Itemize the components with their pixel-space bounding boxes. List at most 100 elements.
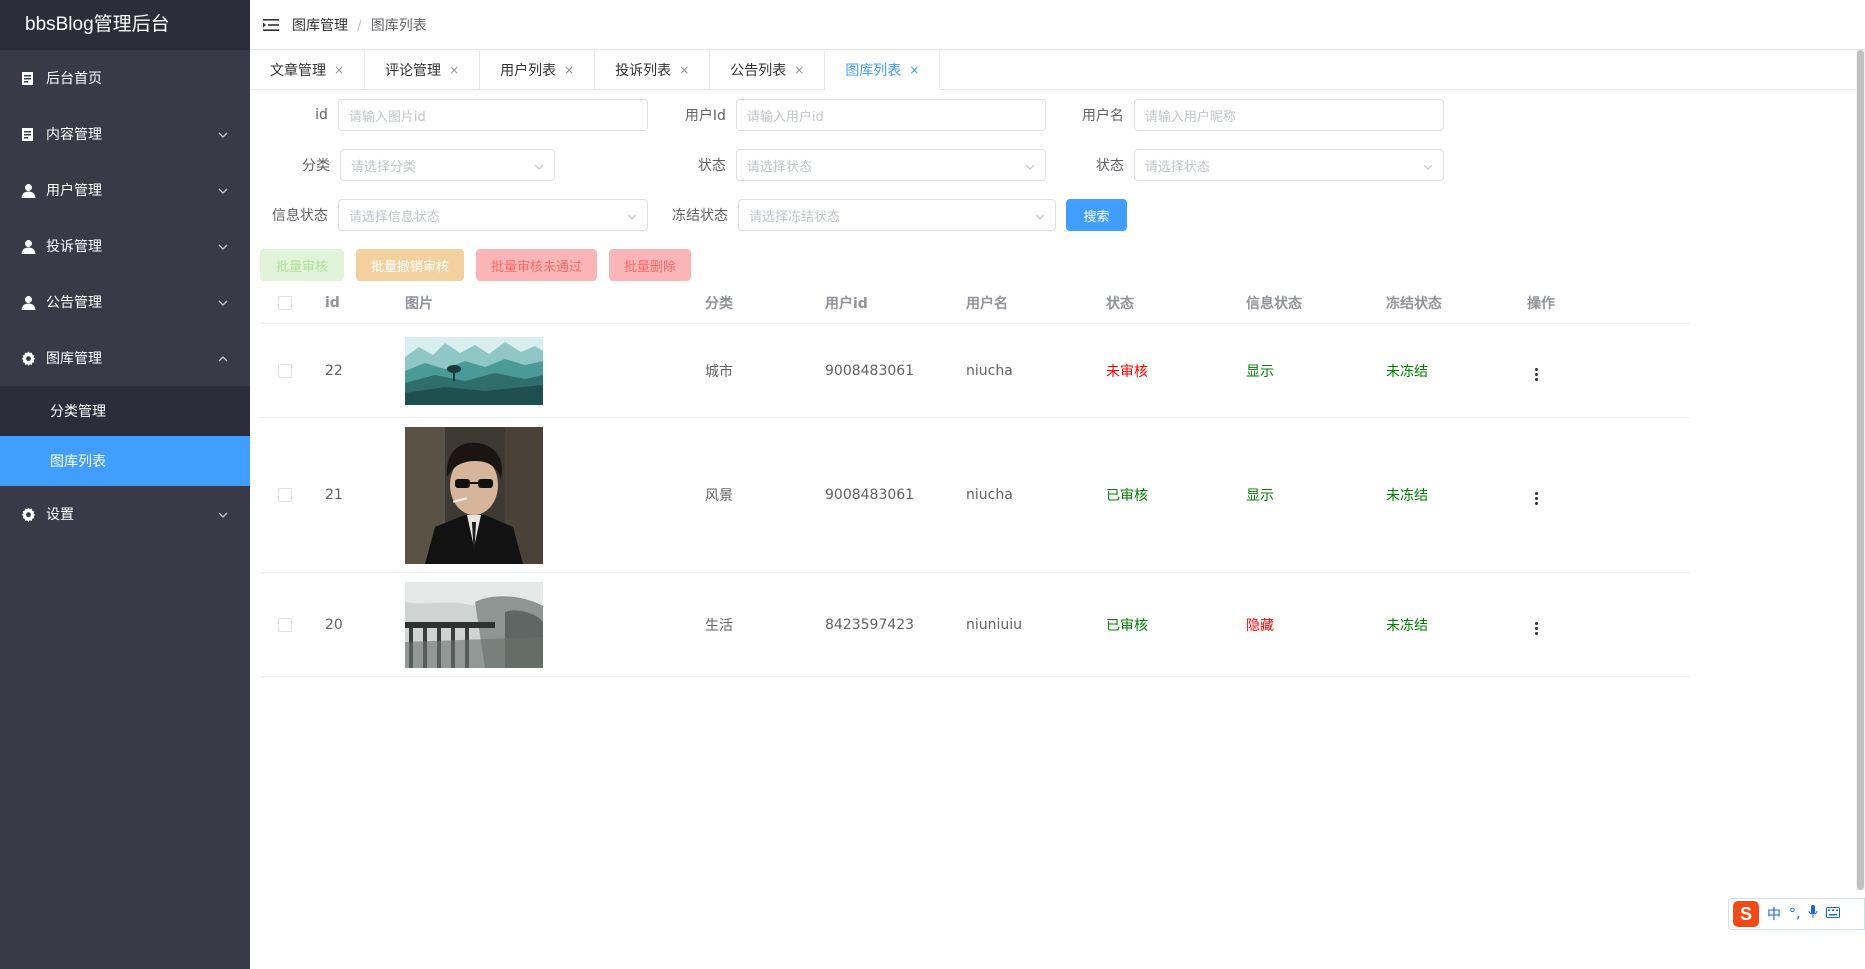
row-checkbox[interactable] bbox=[278, 617, 292, 632]
select-all-checkbox[interactable] bbox=[278, 295, 292, 310]
cell-username: niucha bbox=[966, 487, 1013, 503]
batch-actions: 批量审核 批量撤销审核 批量审核未通过 批量删除 bbox=[260, 249, 692, 281]
batch-revoke-button[interactable]: 批量撤销审核 bbox=[356, 249, 465, 281]
close-icon[interactable]: × bbox=[679, 63, 689, 77]
tab-users[interactable]: 用户列表 × bbox=[480, 50, 596, 90]
sidebar-item-dashboard[interactable]: 后台首页 bbox=[0, 50, 250, 106]
ime-mode[interactable]: 中 bbox=[1767, 904, 1781, 924]
filter-label: 用户名 bbox=[1081, 108, 1124, 124]
tab-label: 文章管理 bbox=[270, 63, 326, 79]
column-header: 用户id bbox=[825, 295, 868, 312]
cell-category: 风景 bbox=[705, 488, 733, 504]
chevron-down-icon bbox=[218, 294, 228, 310]
tab-label: 公告列表 bbox=[730, 63, 787, 79]
ime-toolbar[interactable]: S 中 °, bbox=[1728, 898, 1865, 930]
chevron-up-icon bbox=[218, 350, 228, 366]
chevron-down-icon bbox=[218, 238, 228, 254]
status-select[interactable]: 请选择状态 bbox=[735, 149, 1046, 181]
chevron-down-icon bbox=[218, 506, 228, 522]
status-select-2[interactable]: 请选择状态 bbox=[1133, 149, 1444, 181]
batch-approve-button[interactable]: 批量审核 bbox=[260, 249, 345, 281]
tab-comments[interactable]: 评论管理 × bbox=[365, 50, 481, 90]
more-actions-icon[interactable] bbox=[1527, 366, 1546, 383]
tabs-bar: 文章管理 × 评论管理 × 用户列表 × 投诉列表 × 公告列表 × 图库列表 × bbox=[250, 50, 1855, 90]
sidebar-item-label: 设置 bbox=[46, 507, 74, 523]
menu-fold-icon[interactable] bbox=[262, 16, 280, 34]
column-header: 图片 bbox=[405, 295, 433, 312]
cell-user-id: 9008483061 bbox=[825, 362, 915, 379]
freeze-status-badge: 未冻结 bbox=[1386, 363, 1428, 380]
user-icon bbox=[20, 238, 36, 254]
sidebar-item-label: 后台首页 bbox=[46, 71, 102, 87]
info-status-select[interactable]: 请选择信息状态 bbox=[337, 199, 648, 231]
column-header: 状态 bbox=[1106, 295, 1134, 312]
input-placeholder: 请输入用户id bbox=[746, 109, 824, 125]
sidebar-item-gallery[interactable]: 图库管理 bbox=[0, 330, 250, 386]
filter-label: 分类 bbox=[302, 158, 330, 174]
username-input[interactable]: 请输入用户昵称 bbox=[1133, 99, 1444, 131]
top-header: 图库管理 / 图库列表 bbox=[250, 0, 1865, 50]
tab-articles[interactable]: 文章管理 × bbox=[250, 50, 366, 90]
tab-notices[interactable]: 公告列表 × bbox=[710, 50, 826, 90]
user-id-input[interactable]: 请输入用户id bbox=[735, 99, 1046, 131]
app-title: bbsBlog管理后台 bbox=[0, 0, 250, 50]
image-id-input[interactable]: 请输入图片id bbox=[337, 99, 648, 131]
info-status-badge: 隐藏 bbox=[1246, 617, 1274, 634]
sidebar-item-users[interactable]: 用户管理 bbox=[0, 162, 250, 218]
freeze-status-select[interactable]: 请选择冻结状态 bbox=[738, 199, 1056, 231]
close-icon[interactable]: × bbox=[334, 63, 344, 77]
filter-label: 状态 bbox=[1095, 158, 1124, 174]
status-badge: 已审核 bbox=[1106, 617, 1148, 634]
table-row: 21 风景 9008483061 niucha 已审核 显示 未冻结 bbox=[260, 418, 1690, 573]
row-checkbox[interactable] bbox=[278, 363, 292, 378]
breadcrumb-item[interactable]: 图库管理 bbox=[292, 18, 348, 34]
batch-reject-button[interactable]: 批量审核未通过 bbox=[476, 249, 598, 281]
tabs-filler bbox=[940, 50, 1855, 89]
image-thumbnail-landscape[interactable] bbox=[405, 336, 543, 405]
image-thumbnail-portrait[interactable] bbox=[405, 426, 543, 564]
filter-label: 状态 bbox=[697, 158, 726, 174]
sidebar-subitem-gallery-list[interactable]: 图库列表 bbox=[0, 436, 250, 486]
batch-delete-button[interactable]: 批量删除 bbox=[609, 249, 692, 281]
punctuation-icon[interactable]: °, bbox=[1789, 906, 1800, 922]
sidebar-item-content[interactable]: 内容管理 bbox=[0, 106, 250, 162]
cell-id: 21 bbox=[325, 487, 343, 503]
close-icon[interactable]: × bbox=[909, 63, 919, 77]
scrollbar-thumb[interactable] bbox=[1857, 50, 1864, 890]
sidebar-item-settings[interactable]: 设置 bbox=[0, 486, 250, 542]
category-select[interactable]: 请选择分类 bbox=[340, 149, 555, 181]
tab-complaints[interactable]: 投诉列表 × bbox=[595, 50, 711, 90]
sidebar-subitem-categories[interactable]: 分类管理 bbox=[0, 386, 250, 436]
document-icon bbox=[20, 126, 36, 142]
more-actions-icon[interactable] bbox=[1527, 620, 1546, 637]
table-row: 20 生活 8423597423 niuniuiu 已审核 隐藏 未冻结 bbox=[260, 573, 1690, 677]
user-icon bbox=[20, 294, 36, 310]
select-placeholder: 请选择信息状态 bbox=[348, 209, 440, 225]
microphone-icon[interactable] bbox=[1808, 905, 1818, 923]
breadcrumb-separator: / bbox=[357, 17, 362, 34]
select-placeholder: 请选择状态 bbox=[746, 159, 812, 175]
info-status-badge: 显示 bbox=[1246, 363, 1274, 380]
sidebar-subitem-label: 图库列表 bbox=[50, 454, 106, 470]
cell-id: 20 bbox=[325, 616, 343, 633]
freeze-status-badge: 未冻结 bbox=[1386, 488, 1428, 504]
more-actions-icon[interactable] bbox=[1527, 490, 1546, 507]
row-checkbox[interactable] bbox=[278, 488, 292, 502]
cell-user-id: 9008483061 bbox=[825, 487, 915, 503]
filter-label: 冻结状态 bbox=[672, 208, 728, 224]
keyboard-icon[interactable] bbox=[1826, 906, 1841, 922]
close-icon[interactable]: × bbox=[794, 63, 804, 77]
close-icon[interactable]: × bbox=[564, 63, 574, 77]
freeze-status-badge: 未冻结 bbox=[1386, 617, 1428, 634]
tab-label: 图库列表 bbox=[845, 62, 902, 79]
close-icon[interactable]: × bbox=[449, 63, 459, 77]
vertical-scrollbar[interactable] bbox=[1856, 50, 1865, 890]
table-header: id 图片 分类 用户id 用户名 状态 信息状态 冻结状态 操作 bbox=[260, 282, 1690, 324]
image-thumbnail-bridge[interactable] bbox=[405, 581, 543, 668]
tab-gallery-list[interactable]: 图库列表 × bbox=[825, 50, 941, 90]
cell-username: niucha bbox=[966, 362, 1013, 379]
sidebar-item-complaints[interactable]: 投诉管理 bbox=[0, 218, 250, 274]
column-header: 操作 bbox=[1527, 295, 1555, 312]
search-button[interactable]: 搜索 bbox=[1066, 199, 1127, 231]
sidebar-item-notices[interactable]: 公告管理 bbox=[0, 274, 250, 330]
